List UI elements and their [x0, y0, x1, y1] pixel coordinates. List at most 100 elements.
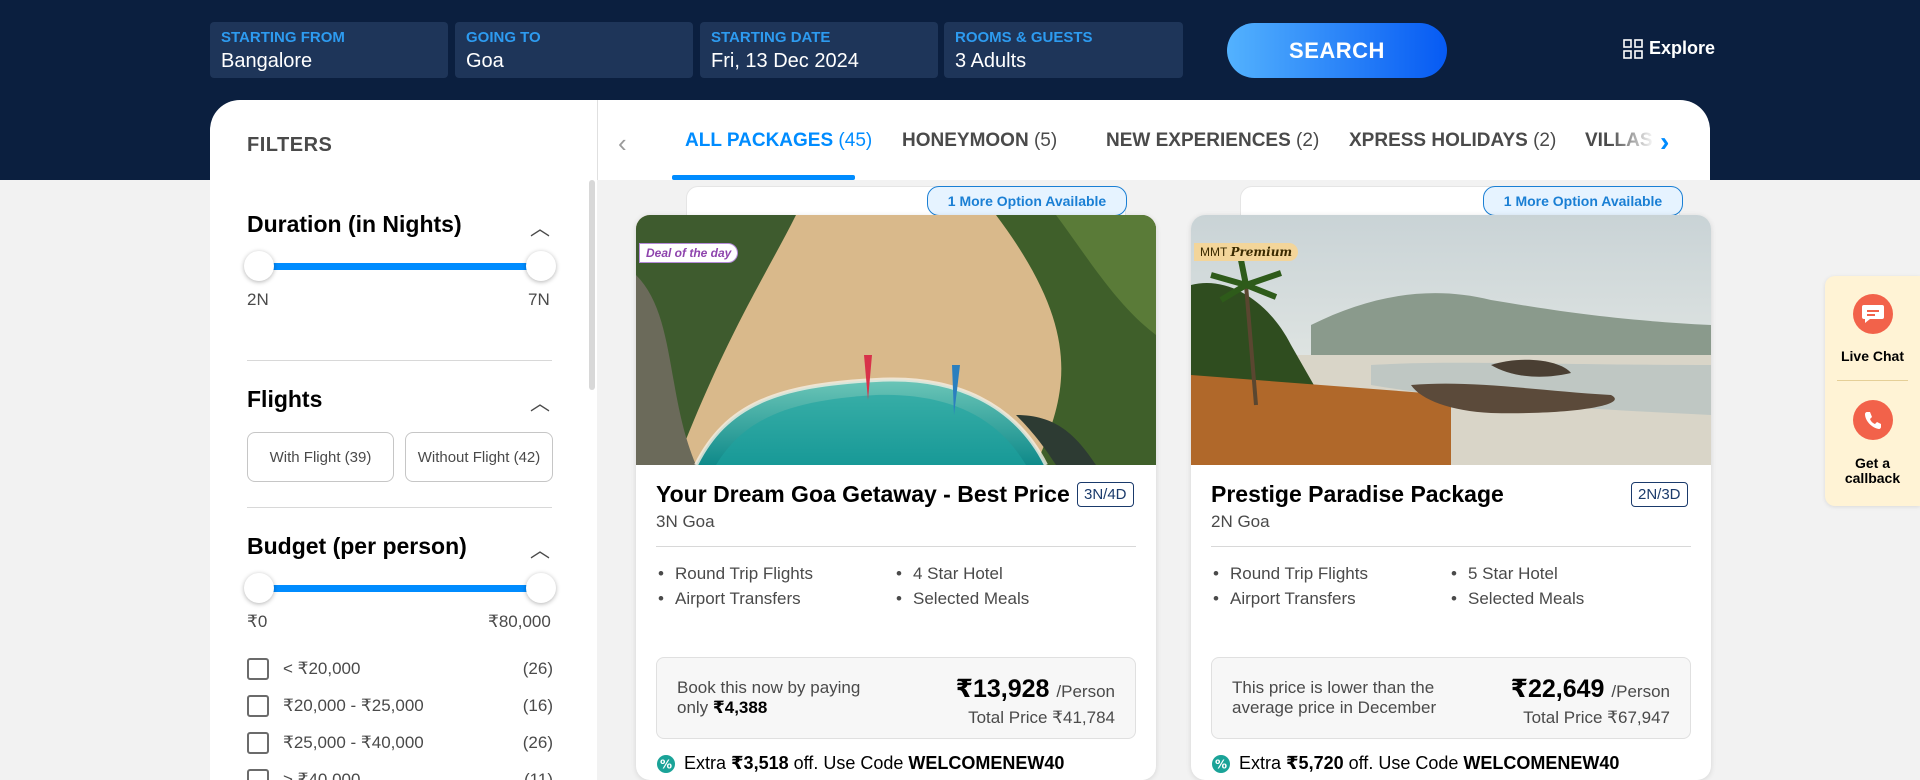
chevron-up-icon[interactable]: ︿	[530, 534, 550, 563]
tab-label: XPRESS HOLIDAYS	[1349, 130, 1528, 151]
note-line: This price is lower than the	[1232, 678, 1435, 697]
feature-item: 5 Star Hotel	[1451, 564, 1558, 584]
package-title[interactable]: Your Dream Goa Getaway - Best Price ...	[656, 481, 1095, 508]
offer-prefix: Extra	[1239, 753, 1282, 773]
budget-option[interactable]: < ₹20,000 (26)	[247, 658, 553, 682]
price-per-person: ₹22,649 /Person	[1511, 674, 1670, 704]
partial-payment-note: Book this now by paying only ₹4,388	[677, 678, 897, 718]
deal-of-the-day-tag: Deal of the day	[639, 243, 739, 263]
divider	[597, 100, 598, 180]
starting-from-field[interactable]: STARTING FROM Bangalore	[210, 22, 448, 78]
budget-slider-track[interactable]	[260, 585, 540, 592]
feature-item: Airport Transfers	[1213, 589, 1356, 609]
active-tab-indicator	[672, 175, 855, 180]
chat-icon[interactable]	[1853, 294, 1893, 334]
discount-icon: %	[1212, 754, 1230, 773]
explore-label: Explore	[1649, 38, 1716, 58]
tabs-fade	[1610, 110, 1655, 170]
explore-link[interactable]: Explore	[1623, 38, 1715, 59]
price-value: ₹13,928	[955, 675, 1050, 703]
package-image[interactable]: Deal of the day	[636, 215, 1156, 465]
rooms-guests-field[interactable]: ROOMS & GUESTS 3 Adults	[944, 22, 1183, 78]
without-flight-option[interactable]: Without Flight (42)	[405, 432, 553, 482]
tab-count: (2)	[1296, 130, 1320, 151]
svg-text:%: %	[660, 757, 672, 771]
divider	[656, 546, 1136, 547]
chevron-right-icon[interactable]: ›	[1660, 126, 1669, 158]
divider	[1837, 380, 1908, 381]
tab-label: ALL PACKAGES	[685, 130, 834, 151]
field-label: GOING TO	[466, 29, 541, 46]
filters-title: FILTERS	[247, 134, 333, 156]
budget-max-handle[interactable]	[526, 573, 556, 603]
partial-amount: ₹4,388	[712, 698, 768, 717]
checkbox[interactable]	[247, 732, 269, 754]
note-line: only	[677, 698, 709, 717]
phone-icon[interactable]	[1853, 400, 1893, 440]
tab-honeymoon[interactable]: HONEYMOON (5)	[902, 130, 1057, 152]
callback-line: callback	[1844, 470, 1901, 486]
duration-slider-track[interactable]	[260, 263, 540, 270]
budget-min-label: ₹0	[247, 612, 268, 631]
option-label: ₹20,000 - ₹25,000	[283, 696, 424, 715]
duration-min-label: 2N	[247, 290, 269, 309]
divider	[247, 507, 552, 508]
checkbox[interactable]	[247, 769, 269, 780]
budget-min-handle[interactable]	[244, 573, 274, 603]
live-chat-label[interactable]: Live Chat	[1825, 349, 1920, 364]
budget-max-label: ₹80,000	[488, 612, 551, 631]
price-comparison-note: This price is lower than the average pri…	[1232, 678, 1452, 718]
callback-line: Get a	[1854, 455, 1890, 471]
tab-label: NEW EXPERIENCES	[1106, 130, 1291, 151]
with-flight-option[interactable]: With Flight (39)	[247, 432, 394, 482]
sidebar-scrollbar[interactable]	[589, 180, 595, 390]
package-title[interactable]: Prestige Paradise Package	[1211, 481, 1504, 508]
note-line: average price in December	[1232, 698, 1437, 717]
total-price: Total Price ₹67,947	[1523, 708, 1670, 727]
tab-label: HONEYMOON	[902, 130, 1029, 151]
more-options-badge[interactable]: 1 More Option Available	[927, 186, 1127, 216]
package-image[interactable]: MMT Premium	[1191, 215, 1711, 465]
offer-amount: ₹3,518	[731, 753, 789, 773]
svg-text:%: %	[1215, 757, 1227, 771]
duration-badge: 2N/3D	[1631, 482, 1688, 507]
tab-all-packages[interactable]: ALL PACKAGES (45)	[685, 130, 872, 152]
budget-option[interactable]: ₹25,000 - ₹40,000 (26)	[247, 732, 553, 756]
chevron-up-icon[interactable]: ︿	[530, 212, 550, 241]
feature-item: Airport Transfers	[658, 589, 801, 609]
duration-min-handle[interactable]	[244, 251, 274, 281]
divider	[247, 360, 552, 361]
duration-filter-title: Duration (in Nights)	[247, 211, 462, 237]
option-label: ₹25,000 - ₹40,000	[283, 733, 424, 752]
package-card[interactable]: Deal of the day Your Dream Goa Getaway -…	[636, 215, 1156, 780]
checkbox[interactable]	[247, 695, 269, 717]
going-to-field[interactable]: GOING TO Goa	[455, 22, 693, 78]
tab-new-experiences[interactable]: NEW EXPERIENCES (2)	[1106, 130, 1319, 152]
budget-option[interactable]: > ₹40,000 (11)	[247, 769, 553, 780]
coupon-code: WELCOMENEW40	[908, 753, 1065, 773]
chevron-left-icon[interactable]: ‹	[618, 128, 627, 159]
get-callback-label[interactable]: Get a callback	[1825, 456, 1920, 486]
budget-filter-title: Budget (per person)	[247, 533, 467, 559]
tab-xpress-holidays[interactable]: XPRESS HOLIDAYS (2)	[1349, 130, 1556, 152]
feature-item: 4 Star Hotel	[896, 564, 1003, 584]
tab-count: (45)	[838, 130, 873, 151]
premium-brand: MMT	[1200, 245, 1228, 259]
tab-count: (2)	[1533, 130, 1557, 151]
budget-option[interactable]: ₹20,000 - ₹25,000 (16)	[247, 695, 553, 719]
tab-count: (5)	[1033, 130, 1058, 151]
search-button[interactable]: SEARCH	[1227, 23, 1447, 78]
premium-label: Premium	[1230, 245, 1293, 259]
duration-max-label: 7N	[528, 290, 550, 309]
starting-date-field[interactable]: STARTING DATE Fri, 13 Dec 2024	[700, 22, 938, 78]
option-count: (26)	[522, 659, 553, 678]
option-label: < ₹20,000	[283, 659, 361, 678]
checkbox[interactable]	[247, 658, 269, 680]
field-label: STARTING FROM	[221, 29, 345, 46]
field-value: Goa	[466, 50, 504, 72]
package-card[interactable]: MMT Premium Prestige Paradise Package 2N…	[1191, 215, 1711, 780]
chevron-up-icon[interactable]: ︿	[530, 387, 550, 416]
price-box: This price is lower than the average pri…	[1211, 657, 1691, 739]
duration-max-handle[interactable]	[526, 251, 556, 281]
more-options-badge[interactable]: 1 More Option Available	[1483, 186, 1683, 216]
